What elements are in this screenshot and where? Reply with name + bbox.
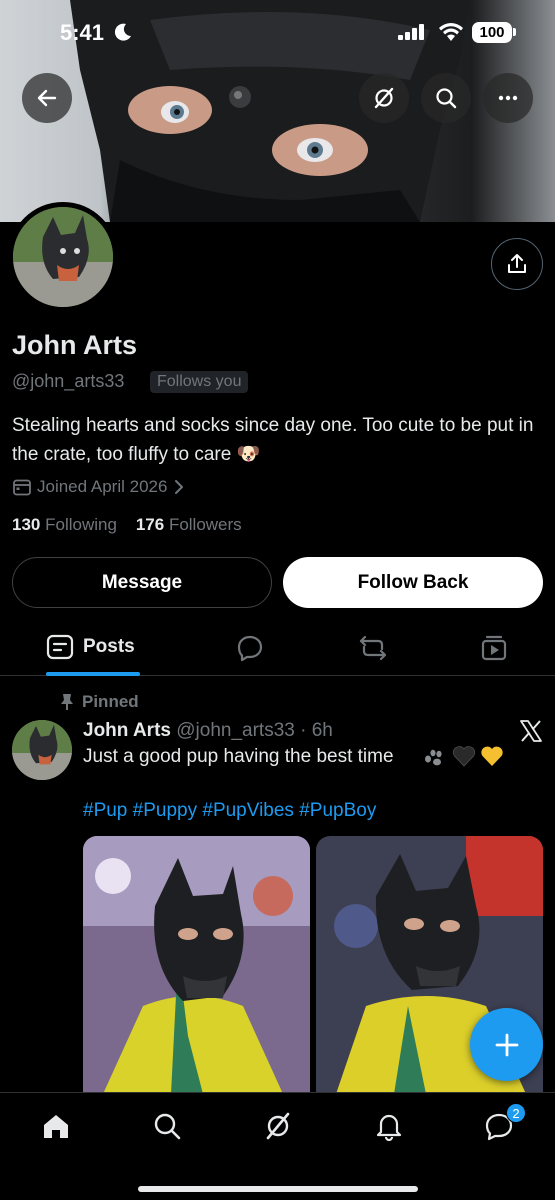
paw-icon bbox=[425, 749, 442, 766]
profile-bio: Stealing hearts and socks since day one.… bbox=[12, 415, 534, 465]
media-tab-icon[interactable] bbox=[480, 634, 508, 662]
plus-icon bbox=[495, 1033, 518, 1056]
nav-search[interactable] bbox=[150, 1109, 184, 1143]
avatar-image bbox=[13, 207, 113, 307]
notifications-icon bbox=[376, 1114, 402, 1141]
follows-you-badge: Follows you bbox=[150, 371, 249, 393]
back-arrow-icon bbox=[37, 89, 57, 107]
back-button[interactable] bbox=[22, 73, 72, 123]
reposts-tab-icon[interactable] bbox=[358, 634, 388, 662]
pin-icon bbox=[61, 694, 73, 710]
post-hashtags[interactable]: #Pup #Puppy #PupVibes #PupBoy bbox=[83, 800, 376, 822]
home-icon bbox=[44, 1115, 68, 1138]
share-icon bbox=[508, 254, 526, 273]
nav-notifications[interactable] bbox=[372, 1109, 406, 1143]
active-tab-indicator bbox=[46, 672, 140, 676]
calendar-icon bbox=[13, 479, 31, 496]
moon-icon bbox=[114, 23, 131, 41]
joined-date[interactable]: Joined April 2026 bbox=[12, 477, 186, 497]
profile-handle: @john_arts33 bbox=[12, 371, 125, 391]
followers-label: Followers bbox=[168, 515, 242, 534]
x-logo-icon bbox=[520, 720, 542, 742]
profile-tabs: Posts bbox=[0, 622, 555, 676]
posts-tab-icon bbox=[46, 634, 74, 660]
post-header: John Arts @john_arts33 · 6h bbox=[83, 720, 333, 742]
black-heart-icon bbox=[452, 746, 476, 767]
chevron-right-icon bbox=[175, 480, 184, 494]
yellow-heart-icon bbox=[481, 746, 503, 766]
share-profile-button[interactable] bbox=[491, 238, 543, 290]
wifi-icon bbox=[439, 23, 463, 41]
post-meta: @john_arts33 · 6h bbox=[176, 720, 333, 741]
media-image-1 bbox=[83, 836, 310, 1094]
post-author[interactable]: John Arts bbox=[83, 720, 171, 741]
search-button[interactable] bbox=[421, 73, 471, 123]
replies-tab-icon[interactable] bbox=[236, 634, 264, 662]
display-name: John Arts bbox=[12, 330, 138, 360]
battery-tip bbox=[513, 28, 516, 36]
compose-button[interactable] bbox=[470, 1008, 543, 1081]
post-avatar[interactable] bbox=[12, 720, 72, 780]
home-indicator[interactable] bbox=[138, 1186, 418, 1192]
nav-grok[interactable] bbox=[261, 1109, 295, 1143]
more-icon bbox=[498, 95, 518, 101]
tab-posts[interactable]: Posts bbox=[46, 634, 135, 660]
status-bar: 5:41 100 bbox=[0, 0, 555, 64]
tab-posts-label: Posts bbox=[83, 636, 135, 657]
pinned-indicator: Pinned bbox=[60, 692, 139, 712]
grok-icon bbox=[374, 87, 394, 109]
following-count: 130 bbox=[12, 515, 41, 534]
grok-button[interactable] bbox=[359, 73, 409, 123]
message-button[interactable]: Message bbox=[12, 557, 272, 608]
status-time: 5:41 bbox=[60, 20, 105, 45]
post-avatar-image bbox=[12, 720, 72, 780]
search-icon bbox=[154, 1113, 181, 1140]
nav-home[interactable] bbox=[39, 1109, 73, 1143]
follow-stats: 130 Following 176 Followers bbox=[12, 515, 242, 535]
post-emoji-group bbox=[422, 745, 504, 767]
search-icon bbox=[436, 88, 457, 109]
post-media-1[interactable] bbox=[83, 836, 310, 1094]
more-options-button[interactable] bbox=[483, 73, 533, 123]
grok-icon bbox=[266, 1112, 290, 1140]
following-label: Following bbox=[45, 515, 117, 534]
bottom-nav bbox=[0, 1092, 555, 1200]
joined-label: Joined April 2026 bbox=[37, 477, 168, 496]
signal-icon bbox=[398, 24, 424, 40]
following-link[interactable]: 130 Following bbox=[12, 515, 117, 534]
followers-count: 176 bbox=[135, 515, 165, 534]
post-text: Just a good pup having the best time bbox=[83, 746, 394, 767]
messages-badge: 2 bbox=[506, 1103, 526, 1123]
followers-link[interactable]: 176 Followers bbox=[136, 515, 242, 534]
follow-back-button[interactable]: Follow Back bbox=[283, 557, 543, 608]
pinned-label: Pinned bbox=[82, 692, 139, 711]
profile-avatar[interactable] bbox=[13, 207, 113, 307]
battery-indicator: 100 bbox=[472, 22, 512, 43]
